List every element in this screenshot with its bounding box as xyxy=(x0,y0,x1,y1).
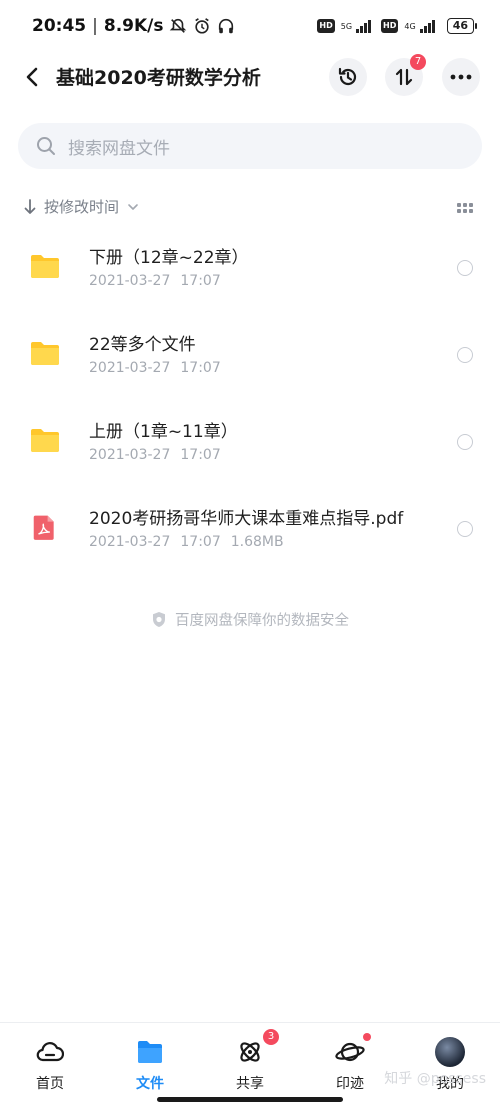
file-date: 2021-03-27 xyxy=(89,534,171,550)
cloud-home-icon xyxy=(36,1042,64,1062)
list-item[interactable]: 上册（1章~11章） 2021-03-27 17:07 xyxy=(0,396,500,483)
safety-note: 百度网盘保障你的数据安全 xyxy=(0,609,500,630)
page-title: 基础2020考研数学分析 xyxy=(56,67,261,89)
headphones-icon xyxy=(219,18,234,34)
sort-label: 按修改时间 xyxy=(44,198,120,216)
status-left: 20:45 | 8.9K/s xyxy=(32,16,235,36)
shield-icon xyxy=(153,612,165,627)
folder-icon xyxy=(31,342,59,365)
status-bar: 20:45 | 8.9K/s HD 5G HD 4G 46 xyxy=(0,0,500,52)
header: 基础2020考研数学分析 7 xyxy=(0,54,500,100)
transfer-badge: 7 xyxy=(410,54,426,70)
file-time: 17:07 xyxy=(180,273,221,289)
transfer-button[interactable]: 7 xyxy=(385,54,426,96)
history-icon xyxy=(338,67,357,86)
file-date: 2021-03-27 xyxy=(89,273,171,289)
nav-share-label: 共享 xyxy=(236,1076,264,1092)
file-meta: 2021-03-27 17:07 1.68MB xyxy=(89,534,284,550)
file-name: 上册（1章~11章） xyxy=(89,422,238,442)
status-time: 20:45 xyxy=(32,16,87,36)
folder-icon xyxy=(31,429,59,452)
alarm-icon xyxy=(195,18,210,34)
file-name: 22等多个文件 xyxy=(89,335,196,355)
nav-home-label: 首页 xyxy=(36,1076,64,1092)
search-input[interactable]: 搜索网盘文件 xyxy=(18,123,482,169)
chevron-left-icon xyxy=(26,67,38,87)
bell-mute-icon xyxy=(170,18,187,33)
transfer-icon xyxy=(395,68,413,86)
back-button[interactable] xyxy=(20,62,44,92)
notification-dot xyxy=(363,1033,371,1041)
avatar xyxy=(435,1037,465,1067)
safety-text: 百度网盘保障你的数据安全 xyxy=(175,613,349,629)
search-placeholder: 搜索网盘文件 xyxy=(68,138,170,159)
history-button[interactable] xyxy=(329,58,367,96)
sort-row: 按修改时间 xyxy=(0,196,500,222)
file-date: 2021-03-27 xyxy=(89,360,171,376)
file-date: 2021-03-27 xyxy=(89,447,171,463)
select-radio[interactable] xyxy=(457,434,473,450)
list-item[interactable]: 2020考研扬哥华师大课本重难点指导.pdf 2021-03-27 17:07 1.… xyxy=(0,483,500,570)
hd-badge: HD xyxy=(317,19,335,33)
file-size: 1.68MB xyxy=(230,534,284,550)
list-item[interactable]: 22等多个文件 2021-03-27 17:07 xyxy=(0,309,500,396)
pdf-icon xyxy=(33,515,54,540)
file-time: 17:07 xyxy=(180,360,221,376)
select-radio[interactable] xyxy=(457,521,473,537)
watermark: 知乎 @possess xyxy=(384,1071,486,1087)
nav-files-label: 文件 xyxy=(136,1076,164,1092)
folder-filled-icon xyxy=(138,1041,162,1063)
arrow-down-icon xyxy=(24,198,36,214)
file-meta: 2021-03-27 17:07 xyxy=(89,447,221,463)
planet-icon xyxy=(335,1042,365,1062)
select-radio[interactable] xyxy=(457,260,473,276)
nav-trace-label: 印迹 xyxy=(336,1076,364,1092)
signal-icon xyxy=(419,19,435,33)
status-separator: | xyxy=(92,16,98,36)
signal-icon xyxy=(356,19,372,33)
file-time: 17:07 xyxy=(180,534,221,550)
battery-icon: 46 xyxy=(446,18,478,34)
status-right: HD 5G HD 4G 46 xyxy=(317,18,478,34)
atom-share-icon xyxy=(240,1042,260,1062)
file-meta: 2021-03-27 17:07 xyxy=(89,360,221,376)
net-type-2: 4G xyxy=(404,21,416,31)
file-meta: 2021-03-27 17:07 xyxy=(89,273,221,289)
net-type-1: 5G xyxy=(340,21,353,31)
nav-share[interactable]: 3 共享 xyxy=(210,1029,290,1093)
more-icon xyxy=(450,74,472,80)
more-button[interactable] xyxy=(442,58,480,96)
hd-badge: HD xyxy=(381,19,399,33)
file-time: 17:07 xyxy=(180,447,221,463)
share-badge: 3 xyxy=(263,1029,279,1045)
nav-trace[interactable]: 印迹 xyxy=(310,1033,390,1093)
home-indicator[interactable] xyxy=(157,1097,343,1102)
file-name: 2020考研扬哥华师大课本重难点指导.pdf xyxy=(89,509,404,529)
file-name: 下册（12章~22章） xyxy=(89,248,249,268)
select-radio[interactable] xyxy=(457,347,473,363)
file-list: 下册（12章~22章） 2021-03-27 17:07 22等多个文件 2021… xyxy=(0,222,500,570)
folder-icon xyxy=(31,255,59,278)
sort-dropdown[interactable]: 按修改时间 xyxy=(24,196,139,217)
nav-home[interactable]: 首页 xyxy=(10,1037,90,1093)
status-net-speed: 8.9K/s xyxy=(103,16,164,36)
list-item[interactable]: 下册（12章~22章） 2021-03-27 17:07 xyxy=(0,222,500,309)
nav-files[interactable]: 文件 xyxy=(110,1037,190,1093)
chevron-down-icon xyxy=(128,203,138,210)
search-icon xyxy=(37,137,55,155)
grid-view-icon[interactable] xyxy=(457,203,473,213)
